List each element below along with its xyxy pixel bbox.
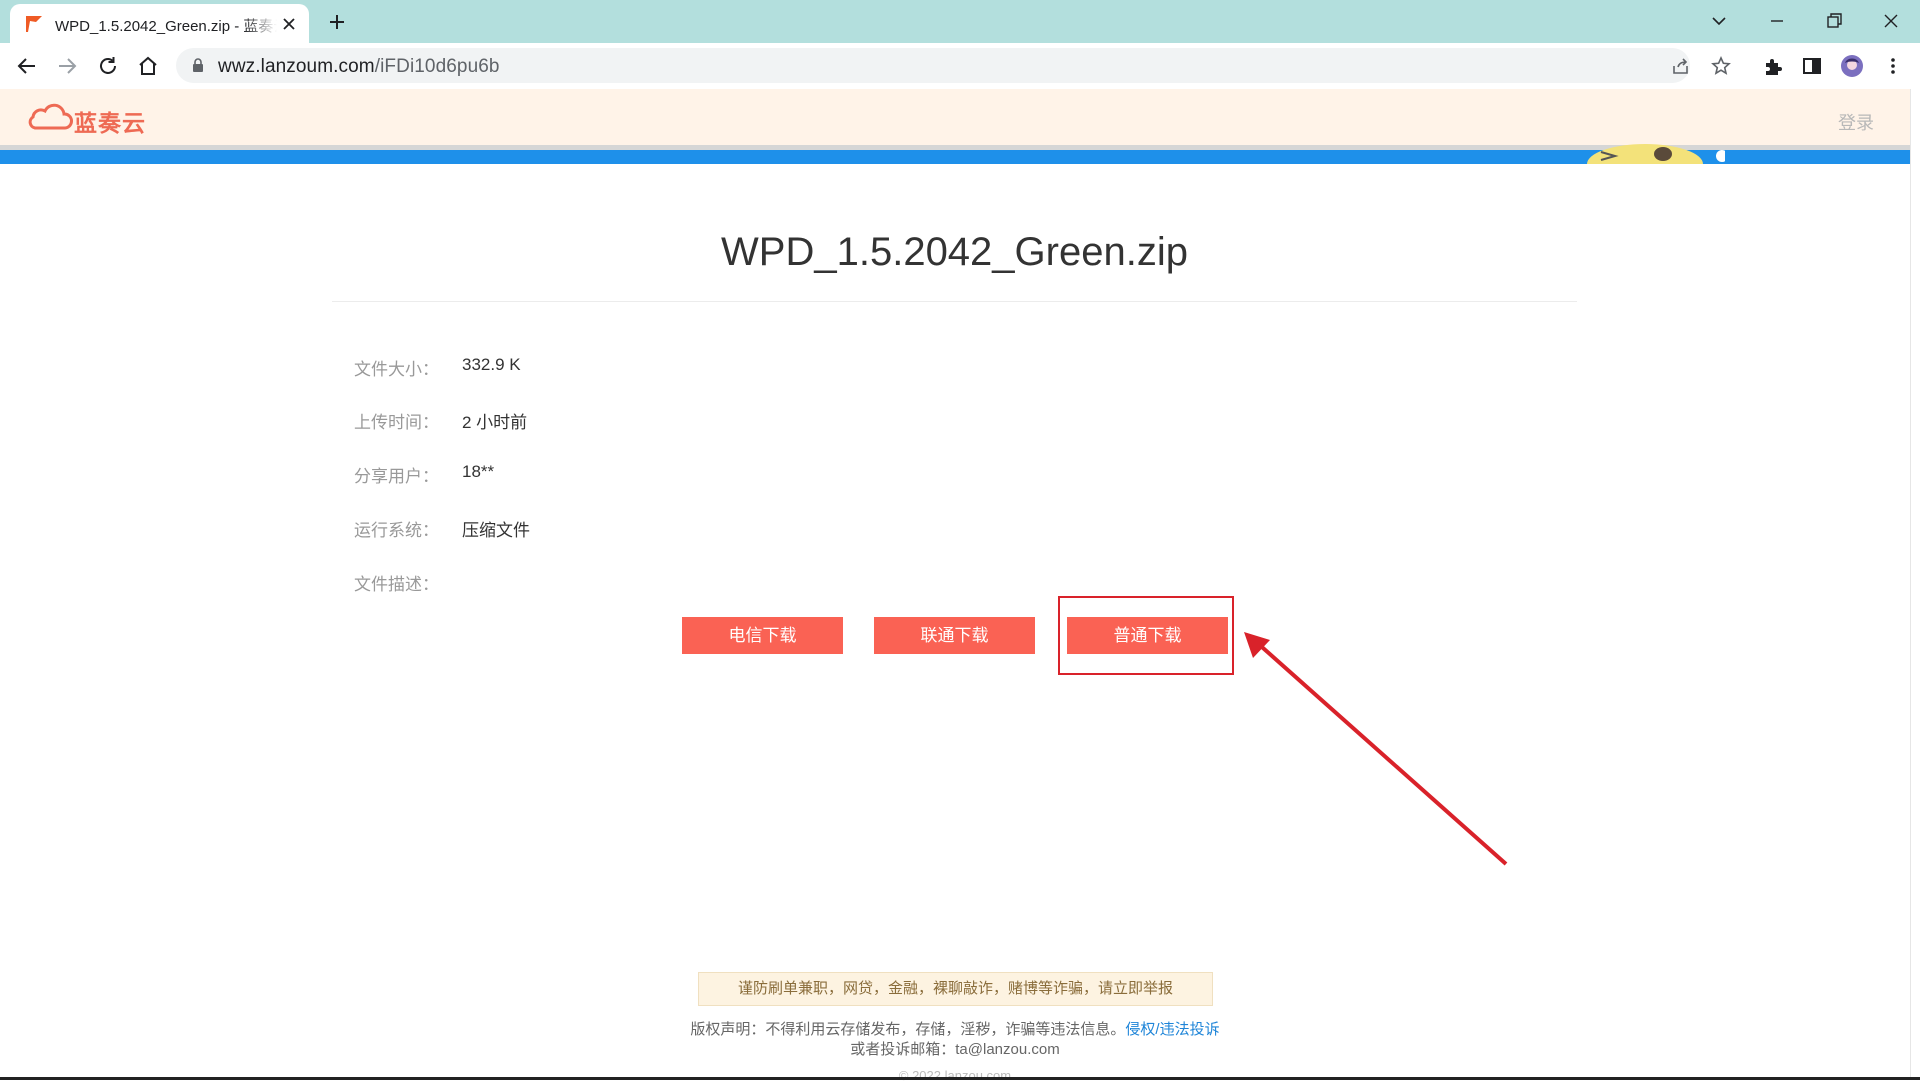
file-description-label: 文件描述： [354, 575, 439, 594]
file-title: WPD_1.5.2042_Green.zip [721, 230, 1188, 274]
new-tab-icon[interactable] [325, 10, 349, 34]
home-icon[interactable] [136, 54, 160, 78]
address-bar[interactable]: wwz.lanzoum.com/iFDi10d6pu6b [176, 48, 1731, 83]
tab-search-chevron-icon[interactable] [1706, 8, 1732, 34]
url-path: /iFDi10d6pu6b [374, 56, 500, 77]
lanzou-favicon-icon [26, 16, 42, 32]
browser-menu-icon[interactable] [1881, 54, 1905, 78]
close-window-icon[interactable] [1878, 8, 1904, 34]
run-system-label: 运行系统： [354, 521, 439, 540]
browser-tab[interactable]: WPD_1.5.2042_Green.zip - 蓝奏云 [10, 4, 309, 43]
back-icon[interactable] [15, 54, 39, 78]
url-host: wwz.lanzoum.com [218, 56, 375, 77]
share-user-label: 分享用户： [354, 467, 439, 486]
extensions-puzzle-icon[interactable] [1761, 54, 1785, 78]
annotation-highlight-box [1058, 596, 1234, 675]
title-divider [332, 301, 1577, 302]
reload-icon[interactable] [96, 54, 120, 78]
site-header: 蓝奏云 登录 [0, 89, 1910, 145]
side-panel-icon[interactable] [1800, 54, 1824, 78]
profile-avatar-icon[interactable] [1840, 54, 1864, 78]
url-text[interactable]: wwz.lanzoum.com/iFDi10d6pu6b [218, 56, 500, 78]
close-tab-icon[interactable] [279, 14, 299, 34]
restore-icon[interactable] [1821, 8, 1847, 34]
copyright-text: 版权声明：不得利用云存储发布，存储，淫秽，诈骗等违法信息。 [690, 1021, 1126, 1038]
cloud-logo-icon[interactable] [27, 101, 73, 133]
upload-time-label: 上传时间： [354, 413, 439, 432]
unicom-download-button[interactable]: 联通下载 [874, 617, 1035, 654]
telecom-download-button[interactable]: 电信下载 [682, 617, 843, 654]
logo-text[interactable]: 蓝奏云 [74, 104, 146, 138]
tab-strip: WPD_1.5.2042_Green.zip - 蓝奏云 [0, 0, 1920, 43]
annotation-arrow-icon [1244, 632, 1508, 866]
file-size-label: 文件大小： [354, 360, 439, 379]
footer-copyright-line: © 2022 lanzou.com [898, 1068, 1012, 1083]
share-icon[interactable] [1670, 55, 1692, 77]
scrollbar-track[interactable] [1910, 89, 1920, 1080]
mascot-decoration-icon [1587, 144, 1725, 164]
lock-icon[interactable] [190, 57, 206, 73]
bookmark-star-icon[interactable] [1710, 55, 1732, 77]
file-size-value: 332.9 K [462, 355, 521, 374]
minimize-icon[interactable] [1764, 8, 1790, 34]
report-link[interactable]: 侵权/违法投诉 [1125, 1021, 1219, 1038]
tab-title: WPD_1.5.2042_Green.zip - 蓝奏云 [55, 18, 277, 35]
forward-icon[interactable] [55, 54, 79, 78]
upload-time-value: 2 小时前 [462, 413, 528, 432]
copyright-notice: 版权声明：不得利用云存储发布，存储，淫秽，诈骗等违法信息。侵权/违法投诉 或者投… [600, 1020, 1310, 1060]
run-system-value: 压缩文件 [462, 521, 530, 540]
login-link[interactable]: 登录 [1838, 109, 1874, 135]
report-email: 或者投诉邮箱：ta@lanzou.com [850, 1041, 1060, 1058]
share-user-value: 18** [462, 462, 495, 481]
browser-toolbar: wwz.lanzoum.com/iFDi10d6pu6b [0, 43, 1920, 90]
fraud-warning-banner: 谨防刷单兼职，网贷，金融，裸聊敲诈，赌博等诈骗，请立即举报 [698, 972, 1213, 1006]
